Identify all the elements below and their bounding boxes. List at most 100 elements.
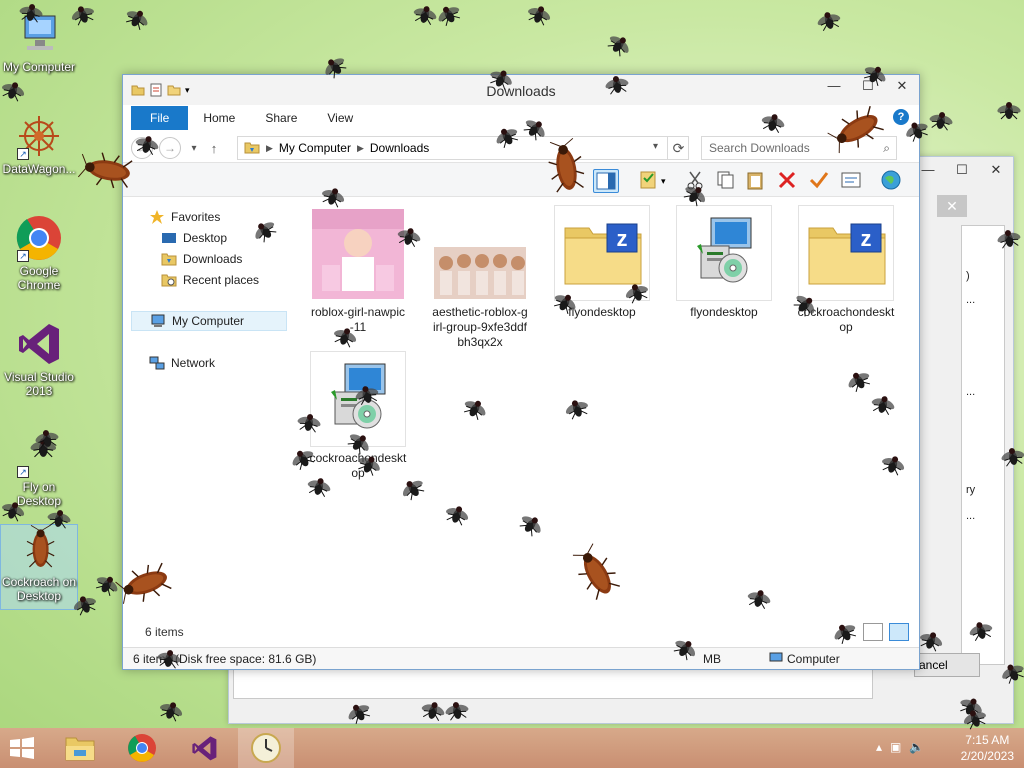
fly-icon <box>294 411 324 434</box>
fly-icon <box>44 507 74 530</box>
select-icon[interactable] <box>807 169 833 193</box>
volume-icon[interactable]: 🔈 <box>909 740 924 754</box>
desktop-icon-label: Cockroach on Desktop <box>1 575 77 603</box>
fly-icon <box>16 1 46 24</box>
clock-date: 2/20/2023 <box>960 749 1014 763</box>
copy-icon[interactable] <box>713 169 739 193</box>
fly-icon <box>154 647 184 670</box>
image-thumbnail <box>310 205 406 301</box>
nav-favorites[interactable]: Favorites <box>149 207 220 227</box>
address-dropdown-icon[interactable]: ▾ <box>653 141 658 152</box>
breadcrumb-my-computer[interactable]: My Computer <box>279 141 351 155</box>
paste-icon[interactable] <box>743 169 769 193</box>
desktop-icon-visual-studio[interactable]: Visual Studio 2013 <box>0 320 78 398</box>
address-folder-icon <box>244 140 260 157</box>
preview-pane-icon[interactable] <box>593 169 619 193</box>
nav-my-computer-label: My Computer <box>172 314 245 328</box>
system-tray: ▴ ▣ 🔈 <box>876 740 924 754</box>
desktop-icon-label: My Computer <box>2 60 76 74</box>
file-name: aesthetic-roblox-girl-group-9xfe3ddfbh3q… <box>432 305 528 349</box>
file-item[interactable]: roblox-girl-nawpic-11 <box>309 205 407 335</box>
file-explorer-icon[interactable] <box>52 728 108 768</box>
network-status-icon[interactable]: ▣ <box>890 740 901 754</box>
delete-icon[interactable] <box>775 169 801 193</box>
details-view-icon[interactable] <box>863 623 883 641</box>
file-name: flyondesktop <box>568 305 636 319</box>
forward-arrow-icon[interactable]: → <box>159 137 181 159</box>
search-icon: ⌕ <box>883 141 890 155</box>
fly-icon <box>432 0 465 29</box>
nav-network[interactable]: Network <box>149 353 215 373</box>
nav-favorites-label: Favorites <box>171 210 221 224</box>
minimize-icon[interactable]: — <box>817 75 851 97</box>
clock-time: 7:15 AM <box>965 733 1010 747</box>
breadcrumb-downloads[interactable]: Downloads <box>370 141 429 155</box>
panel-text: ry <box>966 484 976 496</box>
nav-downloads-label: Downloads <box>183 252 243 266</box>
background-window-caption: — ☐ ✕ <box>911 157 1013 185</box>
nav-recent-places-label: Recent places <box>183 273 260 287</box>
nav-my-computer[interactable]: My Computer <box>131 311 287 331</box>
start-icon[interactable] <box>8 736 36 760</box>
close-icon[interactable]: ✕ <box>979 157 1013 183</box>
fly-icon <box>926 109 956 132</box>
nav-downloads[interactable]: Downloads <box>161 249 242 269</box>
network-icon <box>149 356 165 370</box>
up-arrow-icon[interactable]: ↑ <box>207 141 221 156</box>
globe-icon[interactable] <box>879 169 905 193</box>
tab-file[interactable]: File <box>131 106 189 130</box>
zip-folder-icon <box>798 205 894 301</box>
address-bar[interactable]: ▶ My Computer ▶ Downloads ▾ <box>237 136 689 160</box>
chrome-icon[interactable] <box>114 728 170 768</box>
window-title: Downloads <box>486 83 556 99</box>
downloads-folder-icon <box>161 252 177 266</box>
title-bar: ▾ Downloads — ☐ ✕ <box>123 75 919 105</box>
show-hidden-icons-icon[interactable]: ▴ <box>876 740 882 754</box>
panel-text: ... <box>966 510 976 522</box>
fly-icon <box>442 699 472 722</box>
desktop-icon-cockroach-on-desktop[interactable]: Cockroach on Desktop <box>0 524 78 610</box>
nav-recent-places[interactable]: Recent places <box>161 270 259 290</box>
file-name: flyondesktop <box>690 305 758 319</box>
tab-share[interactable]: Share <box>250 106 312 130</box>
status-location: Computer <box>787 652 840 666</box>
properties-sheet-icon[interactable] <box>839 169 865 193</box>
file-item[interactable]: aesthetic-roblox-girl-group-9xfe3ddfbh3q… <box>431 205 529 350</box>
nav-desktop[interactable]: Desktop <box>161 228 227 248</box>
cancel-button[interactable]: ancel <box>914 653 980 677</box>
clock[interactable]: 7:15 AM 2/20/2023 <box>961 732 1014 764</box>
tab-home[interactable]: Home <box>188 106 250 130</box>
breadcrumb-separator-icon: ▶ <box>266 142 273 153</box>
chevron-down-icon[interactable]: ▾ <box>661 169 673 193</box>
fly-icon <box>998 445 1024 468</box>
fly-icon <box>32 427 62 450</box>
desktop-icon-label: DataWagon... <box>2 162 76 176</box>
fly-icon <box>994 227 1024 250</box>
properties-icon[interactable] <box>635 169 661 193</box>
toolbar: ▾ <box>123 163 919 197</box>
clock-app-icon[interactable] <box>238 728 294 768</box>
refresh-icon[interactable]: ⟳ <box>667 136 689 160</box>
recent-locations-chevron-icon[interactable]: ▾ <box>187 143 201 154</box>
dialog-close-icon[interactable]: ✕ <box>937 195 967 217</box>
visual-studio-icon <box>15 320 63 368</box>
image-thumbnail <box>432 205 528 301</box>
maximize-icon[interactable]: ☐ <box>945 157 979 183</box>
file-item[interactable]: flyondesktop <box>675 205 773 320</box>
desktop-icon-label: Google Chrome <box>17 264 61 292</box>
visual-studio-icon[interactable] <box>176 728 232 768</box>
ribbon-tabs: File Home Share View <box>131 106 368 130</box>
desktop-icon-datawagon[interactable]: ↗ DataWagon... <box>0 112 78 176</box>
tab-view[interactable]: View <box>312 106 368 130</box>
fly-icon <box>602 73 632 96</box>
taskbar: ▴ ▣ 🔈 7:15 AM 2/20/2023 <box>0 728 1024 768</box>
close-icon[interactable]: ✕ <box>885 75 919 97</box>
fly-icon <box>0 77 29 104</box>
search-placeholder: Search Downloads <box>709 141 810 155</box>
shortcut-arrow-icon: ↗ <box>17 148 29 160</box>
status-size: MB <box>703 652 721 666</box>
large-icons-view-icon[interactable] <box>889 623 909 641</box>
computer-icon <box>150 314 166 328</box>
star-icon <box>149 210 165 224</box>
desktop-icon-google-chrome[interactable]: ↗ Google Chrome <box>0 214 78 292</box>
